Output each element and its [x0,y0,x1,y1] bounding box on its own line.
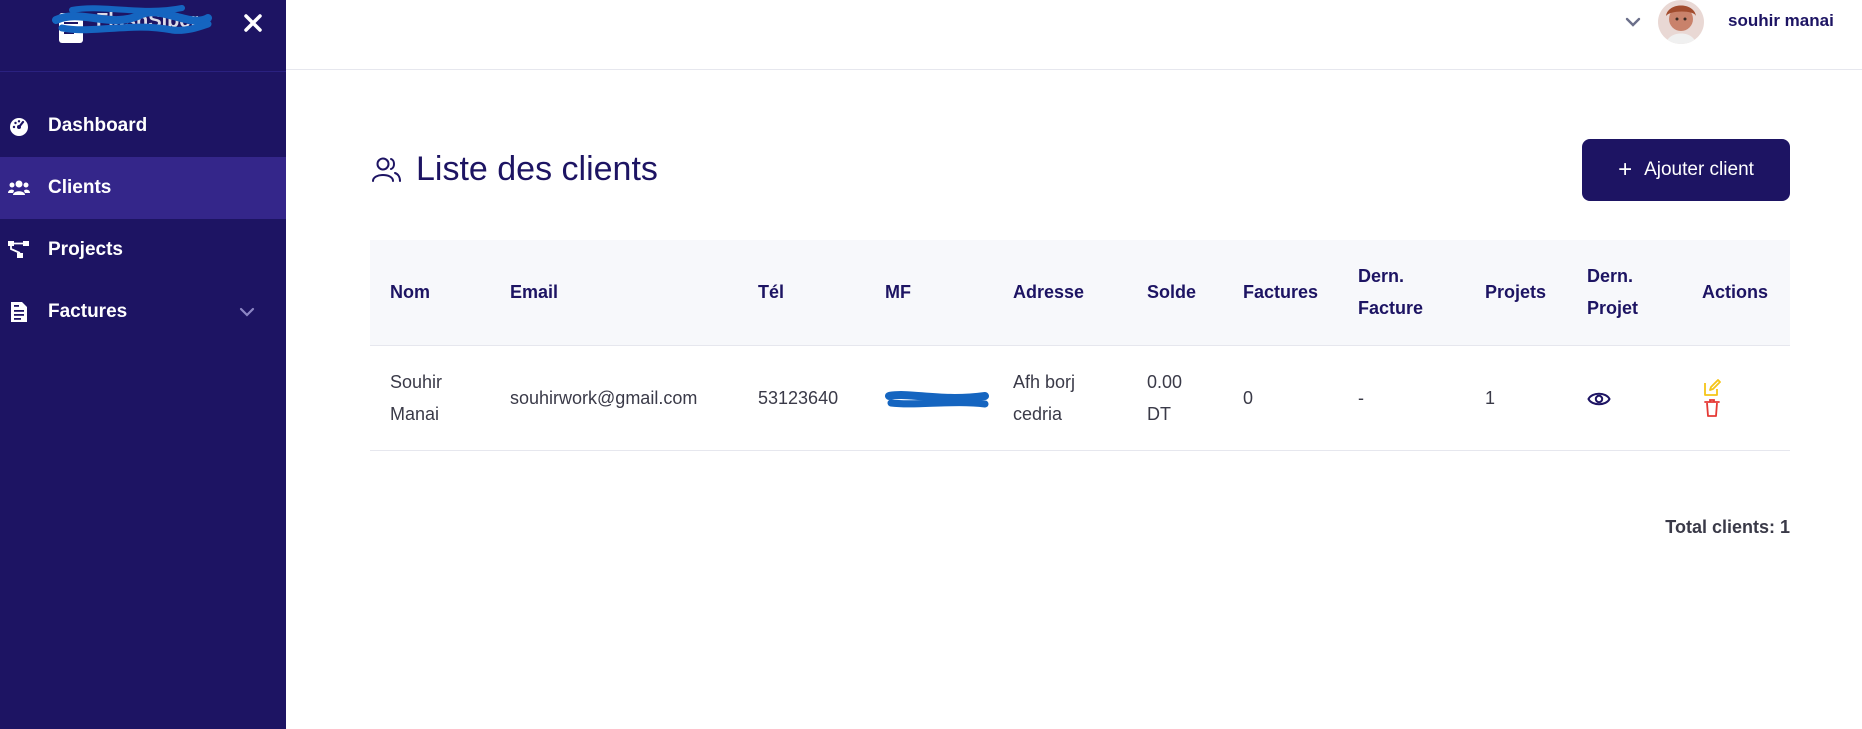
users-icon [372,157,401,182]
table-header-row: Nom Email Tél MF Adresse Solde Factures … [370,240,1790,345]
cell-nom: Souhir Manai [370,345,490,450]
column-header-dern-projet[interactable]: Dern. Projet [1567,240,1682,345]
users-icon [8,177,30,199]
cell-line: Manai [390,403,440,424]
edit-icon[interactable] [1702,378,1722,398]
sidebar: FlashSiber Dashboard Clients Projects Fa… [0,0,286,729]
sidebar-item-label: Factures [48,301,128,322]
row-actions [1702,378,1790,418]
topbar: souhir manai [286,0,1862,70]
cell-line: DT [1147,403,1171,424]
column-header-nom[interactable]: Nom [370,240,490,345]
invoice-icon [8,301,30,323]
sidebar-nav: Dashboard Clients Projects Factures [0,95,286,343]
sidebar-item-clients[interactable]: Clients [0,157,286,219]
brand: FlashSiber [0,0,286,72]
column-header-factures[interactable]: Factures [1223,240,1338,345]
column-header-projets[interactable]: Projets [1465,240,1567,345]
trash-icon[interactable] [1702,398,1722,418]
cell-line: Souhir [390,371,443,392]
redaction-scribble [52,5,212,34]
cell-adresse: Afh borj cedria [993,345,1127,450]
sidebar-item-label: Projects [48,239,123,260]
header-line: Projet [1587,298,1639,319]
column-header-adresse[interactable]: Adresse [993,240,1127,345]
user-name[interactable]: souhir manai [1728,11,1834,31]
sidebar-item-projects[interactable]: Projects [0,219,286,281]
cell-line: Afh borj [1013,371,1076,392]
redaction-scribble [885,390,989,408]
cell-factures: 0 [1243,387,1254,408]
column-header-tel[interactable]: Tél [738,240,865,345]
dashboard-icon [8,115,30,137]
add-client-button[interactable]: + Ajouter client [1582,139,1790,201]
cell-solde: 0.00 DT [1127,345,1223,450]
cell-tel: 53123640 [758,387,839,408]
header-line: Dern. [1587,266,1634,287]
cell-projets: 1 [1485,387,1496,408]
sidebar-item-dashboard[interactable]: Dashboard [0,95,286,157]
chevron-down-icon[interactable] [238,303,256,321]
total-clients: Total clients: 1 [1665,517,1790,537]
eye-icon[interactable] [1587,387,1611,411]
chevron-down-icon[interactable] [1623,12,1643,32]
cell-dern-facture: - [1358,387,1364,408]
clients-table: Nom Email Tél MF Adresse Solde Factures … [370,240,1790,451]
column-header-mf[interactable]: MF [865,240,993,345]
page-title: Liste des clients [416,150,658,188]
plus-icon: + [1618,156,1633,183]
table-row: Souhir Manai souhirwork@gmail.com 531236… [370,345,1790,450]
sidebar-item-factures[interactable]: Factures [0,281,286,343]
page-header: Liste des clients [370,150,658,189]
column-header-solde[interactable]: Solde [1127,240,1223,345]
cell-line: 0.00 [1147,371,1183,392]
cell-dern-projet [1567,345,1682,450]
sidebar-item-label: Clients [48,177,112,198]
cell-line: cedria [1013,403,1063,424]
column-header-dern-facture[interactable]: Dern. Facture [1338,240,1465,345]
close-sidebar-button[interactable] [240,10,266,36]
header-line: Facture [1358,298,1424,319]
column-header-actions: Actions [1702,282,1769,303]
cell-email: souhirwork@gmail.com [510,387,698,408]
add-client-label: Ajouter client [1644,159,1754,180]
header-line: Dern. [1358,266,1405,287]
sidebar-item-label: Dashboard [48,115,148,136]
cell-actions [1682,345,1790,450]
project-diagram-icon [8,239,30,261]
column-header-email[interactable]: Email [490,240,738,345]
avatar[interactable] [1658,0,1704,44]
cell-mf [865,345,993,450]
